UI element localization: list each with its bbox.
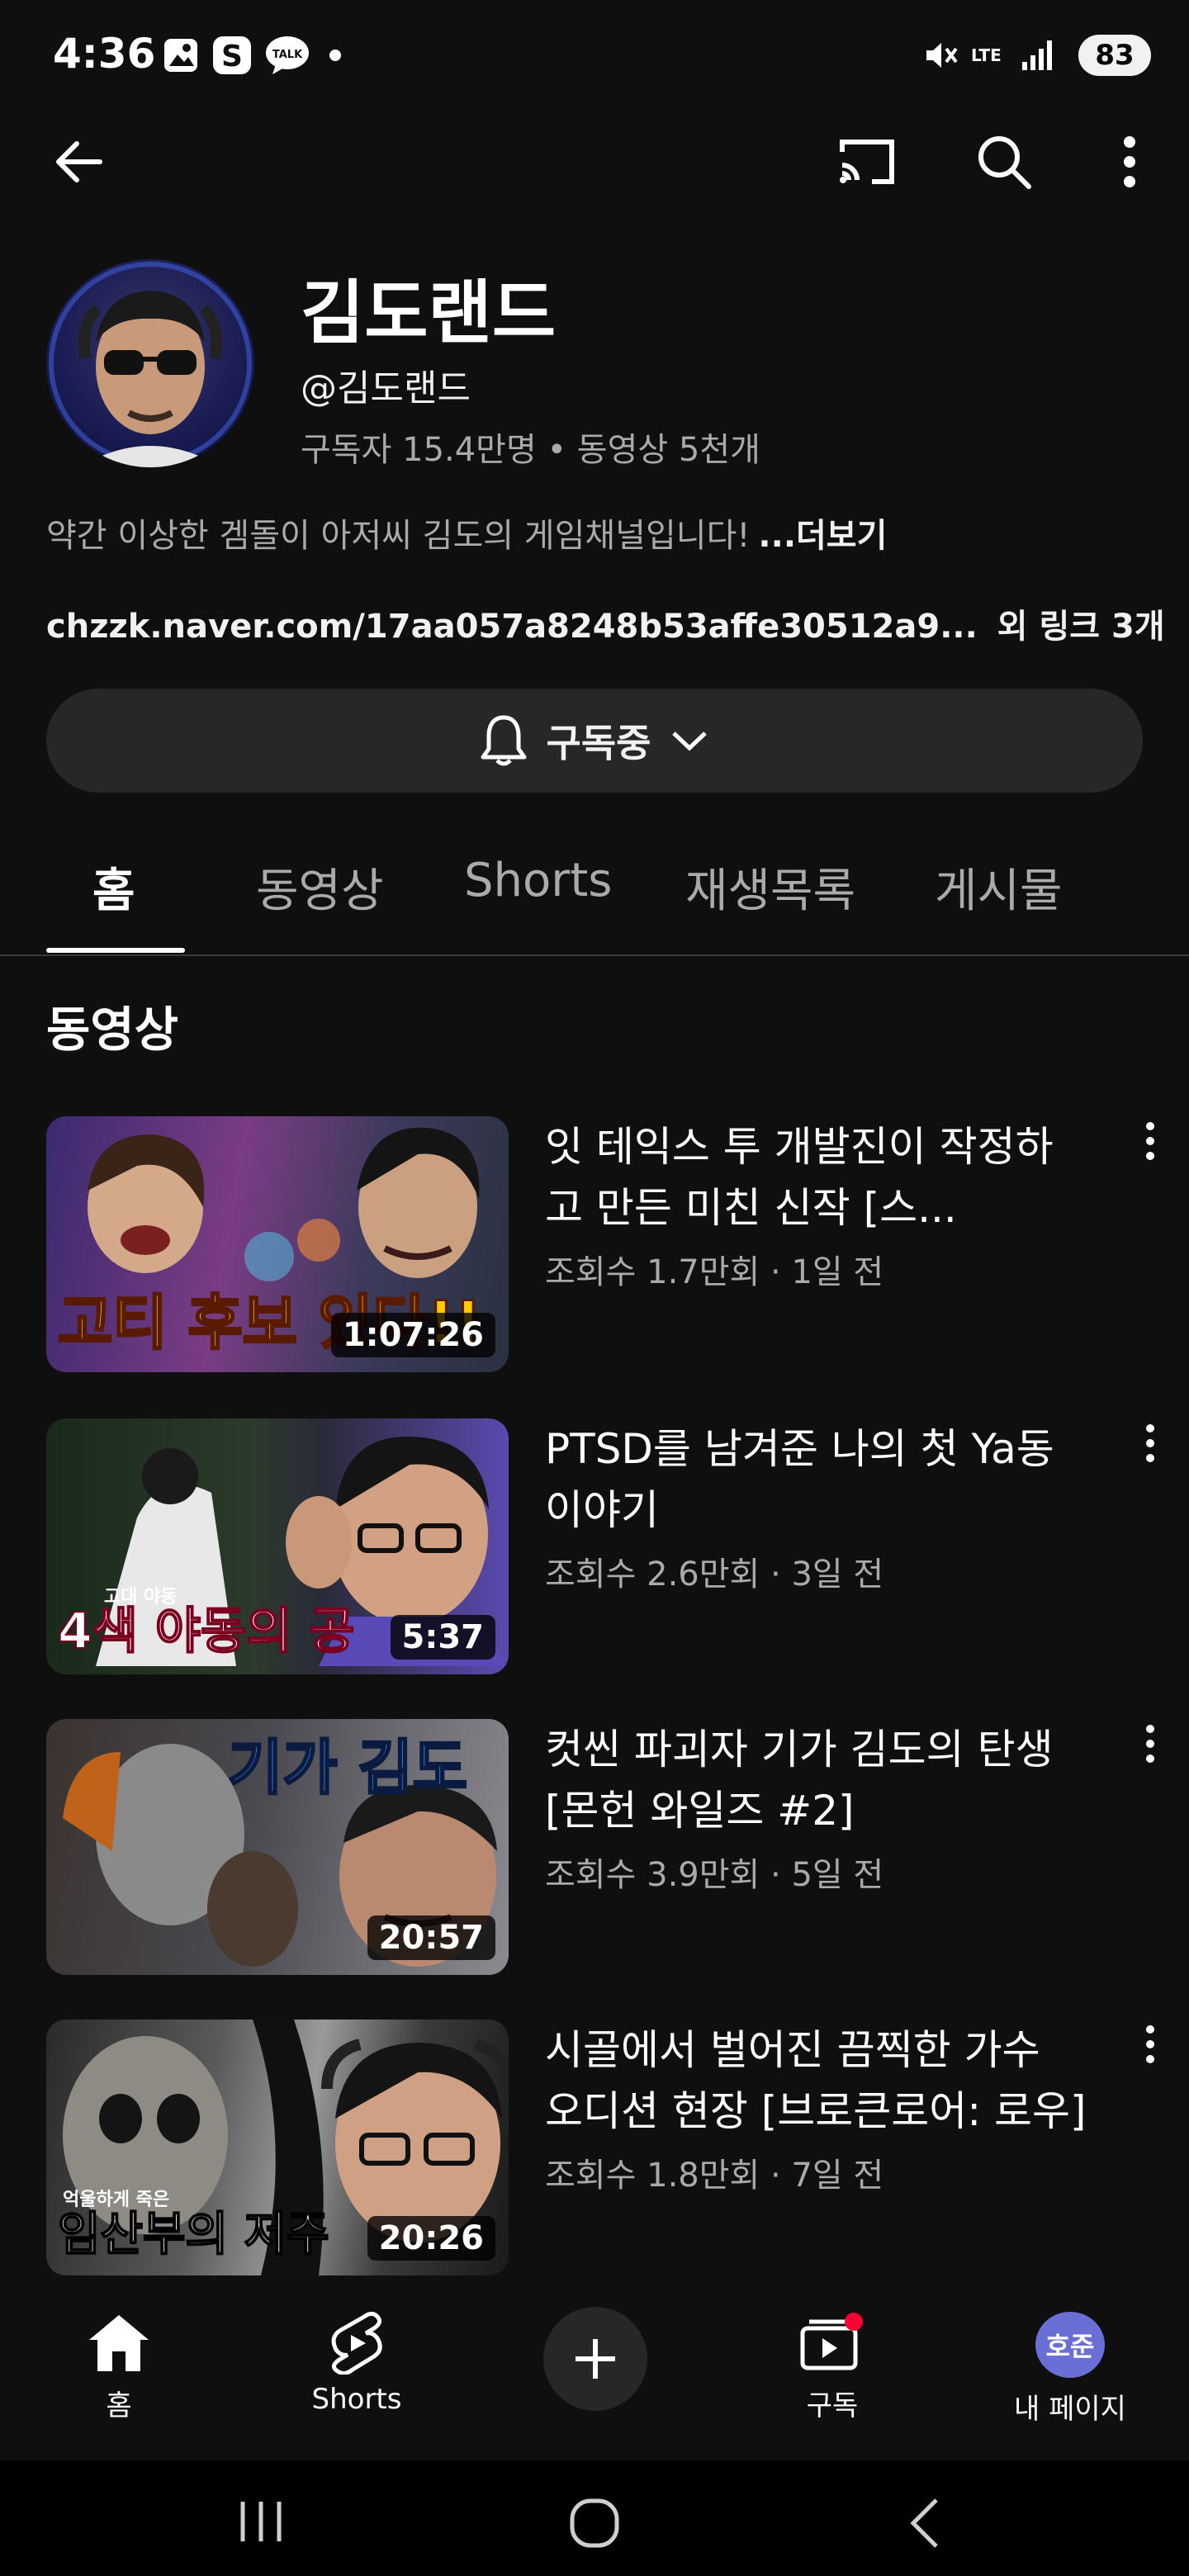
more-vert-icon: [1146, 1725, 1154, 1763]
channel-handle: @김도랜드: [301, 367, 471, 410]
bottom-navigation: 홈 Shorts 구독 호준 내 페이지: [0, 2279, 1189, 2460]
talk-icon: TALK: [264, 35, 310, 76]
video-item[interactable]: 고대 야동 4색 야동의 공 5:37 PTSD를 남겨준 나의 첫 Ya동 이…: [0, 1418, 1189, 1691]
battery-indicator: 83: [1078, 35, 1151, 76]
back-chevron-icon: [910, 2498, 938, 2548]
subscribed-label: 구독중: [546, 721, 651, 765]
network-type: LTE: [971, 45, 1002, 65]
video-duration: 1:07:26: [330, 1313, 495, 1357]
channel-link[interactable]: chzzk.naver.com/17aa057a8248b53affe30512…: [46, 608, 978, 646]
nav-shorts[interactable]: Shorts: [266, 2312, 448, 2416]
video-more-button[interactable]: [1130, 1423, 1171, 1473]
video-title[interactable]: PTSD를 남겨준 나의 첫 Ya동 이야기: [545, 1418, 1090, 1541]
tab-playlists[interactable]: 재생목록: [685, 854, 855, 921]
subscribed-button[interactable]: 구독중: [46, 689, 1143, 793]
video-duration: 20:57: [367, 1915, 495, 1960]
bell-icon: [481, 715, 527, 766]
plus-icon: [576, 2339, 615, 2379]
channel-tabs: 홈 동영상 Shorts 재생목록 게시물: [0, 817, 1189, 956]
channel-description-row[interactable]: 약간 이상한 겜돌이 아저씨 김도의 게임채널입니다! ...더보기: [46, 509, 887, 556]
video-duration: 5:37: [390, 1615, 495, 1660]
nav-subscriptions[interactable]: 구독: [741, 2312, 923, 2423]
video-thumbnail[interactable]: 고티 후보 있다!! 1:07:26: [46, 1116, 509, 1372]
nav-shorts-label: Shorts: [311, 2383, 402, 2416]
nav-home-label: 홈: [106, 2389, 132, 2422]
create-button[interactable]: [543, 2307, 647, 2411]
top-app-bar: [0, 107, 1189, 215]
video-item[interactable]: 억울하게 죽은 임산부의 저주 20:26 시골에서 벌어진 끔찍한 가수 오디…: [0, 2020, 1189, 2292]
status-bar: 4:36 S TALK LTE 83: [0, 0, 1189, 107]
video-duration: 20:26: [367, 2216, 495, 2261]
video-item[interactable]: 기가 김도 20:57 컷씬 파괴자 기가 김도의 탄생 [몬헌 와일즈 #2]…: [0, 1719, 1189, 1991]
system-navigation-bar: [0, 2460, 1189, 2576]
video-thumbnail[interactable]: 억울하게 죽은 임산부의 저주 20:26: [46, 2020, 509, 2275]
video-item[interactable]: 고티 후보 있다!! 1:07:26 잇 테익스 투 개발진이 작정하고 만든 …: [0, 1116, 1189, 1389]
s-app-icon: S: [211, 35, 253, 76]
shorts-icon: [331, 2312, 382, 2375]
video-title[interactable]: 컷씬 파괴자 기가 김도의 탄생 [몬헌 와일즈 #2]: [545, 1719, 1090, 1841]
active-tab-indicator: [46, 948, 185, 953]
tab-videos[interactable]: 동영상: [256, 854, 384, 921]
back-button[interactable]: [38, 121, 121, 203]
svg-text:TALK: TALK: [272, 49, 303, 61]
channel-links-row[interactable]: chzzk.naver.com/17aa057a8248b53affe30512…: [46, 599, 1165, 647]
thumbnail-caption: 임산부의 저주: [57, 2207, 330, 2262]
svg-text:S: S: [221, 40, 243, 73]
recents-button[interactable]: [236, 2498, 286, 2548]
video-meta: 조회수 2.6만회 · 3일 전: [545, 1556, 884, 1593]
video-meta: 조회수 1.8만회 · 7일 전: [545, 2157, 884, 2195]
video-more-button[interactable]: [1130, 2024, 1171, 2074]
nav-me-label: 내 페이지: [1014, 2393, 1126, 2426]
video-more-button[interactable]: [1130, 1724, 1171, 1773]
more-options-button[interactable]: [1088, 121, 1171, 203]
home-icon: [89, 2315, 149, 2371]
home-circle-icon: [570, 2498, 619, 2548]
back-arrow-icon: [56, 141, 102, 182]
video-more-button[interactable]: [1130, 1121, 1171, 1171]
nav-home[interactable]: 홈: [28, 2312, 210, 2423]
video-title[interactable]: 잇 테익스 투 개발진이 작정하고 만든 미친 신작 [스...: [545, 1116, 1090, 1238]
tab-shorts[interactable]: Shorts: [464, 854, 612, 907]
more-vert-icon: [1146, 1424, 1154, 1462]
extra-links[interactable]: 외 링크 3개: [997, 608, 1165, 646]
home-system-button[interactable]: [568, 2497, 621, 2553]
subscriptions-icon: [800, 2313, 863, 2370]
channel-avatar[interactable]: [46, 259, 254, 467]
gallery-icon: [162, 35, 200, 76]
video-thumbnail[interactable]: 고대 야동 4색 야동의 공 5:37: [46, 1418, 509, 1674]
dot-icon: [329, 35, 342, 76]
section-title: 동영상: [46, 1002, 179, 1058]
cast-button[interactable]: [826, 121, 908, 203]
more-vert-icon: [1124, 136, 1135, 187]
video-thumbnail[interactable]: 기가 김도 20:57: [46, 1719, 509, 1975]
nav-me[interactable]: 호준 내 페이지: [979, 2312, 1161, 2427]
channel-description: 약간 이상한 겜돌이 아저씨 김도의 게임채널입니다!: [46, 517, 751, 555]
search-icon: [978, 136, 1031, 189]
search-button[interactable]: [963, 121, 1045, 203]
more-vert-icon: [1146, 1122, 1154, 1160]
user-avatar: 호준: [1035, 2312, 1105, 2378]
more-link[interactable]: ...더보기: [758, 517, 887, 555]
thumbnail-caption: 기가 김도: [226, 1732, 468, 1804]
back-system-button[interactable]: [907, 2497, 943, 2553]
chevron-down-icon: [672, 732, 708, 751]
video-meta: 조회수 1.7만회 · 1일 전: [545, 1253, 884, 1291]
more-vert-icon: [1146, 2025, 1154, 2063]
channel-stats: 구독자 15.4만명 • 동영상 5천개: [301, 431, 760, 469]
video-title[interactable]: 시골에서 벌어진 끔찍한 가수 오디션 현장 [브로큰로어: 로우]: [545, 2020, 1090, 2142]
status-time: 4:36: [53, 30, 156, 78]
channel-name: 김도랜드: [301, 272, 557, 353]
tab-posts[interactable]: 게시물: [935, 854, 1063, 921]
recents-icon: [240, 2502, 282, 2541]
mute-icon: [921, 35, 961, 76]
channel-avatar-image: [49, 262, 252, 467]
cast-icon: [840, 140, 894, 184]
signal-icon: [1021, 35, 1055, 76]
video-meta: 조회수 3.9만회 · 5일 전: [545, 1856, 884, 1894]
thumbnail-caption: 4색 야동의 공: [57, 1602, 356, 1661]
nav-subscriptions-label: 구독: [806, 2389, 859, 2422]
tab-home[interactable]: 홈: [92, 854, 135, 921]
